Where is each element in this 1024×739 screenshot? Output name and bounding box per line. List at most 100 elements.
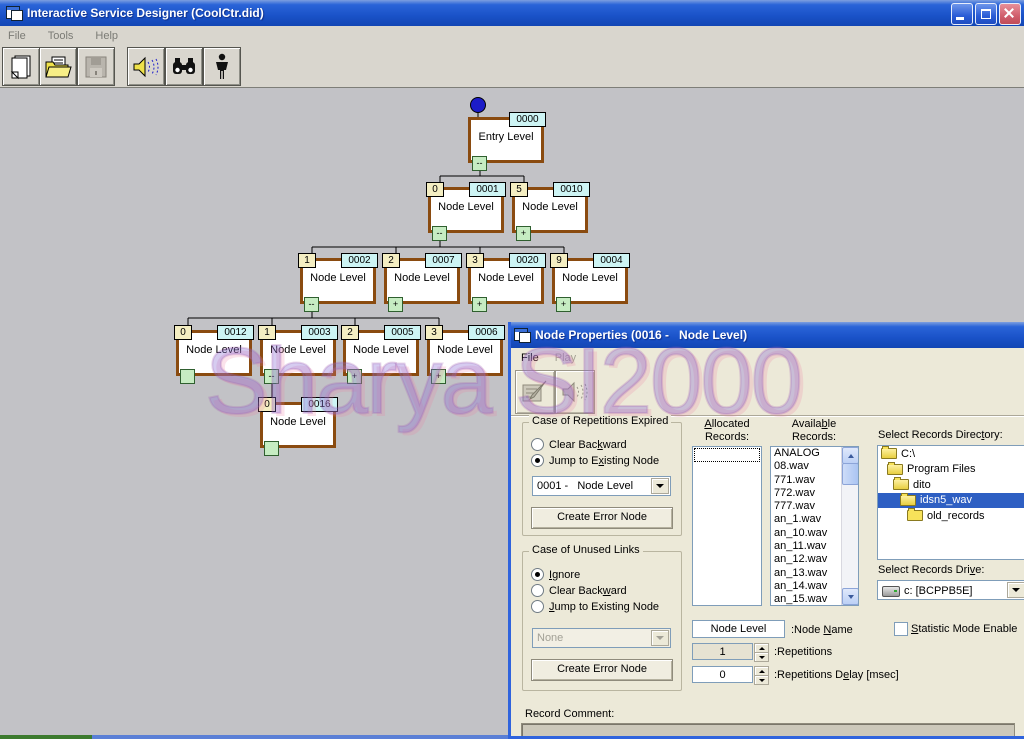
tree-node-0010[interactable]: 5 0010 Node Level +: [512, 187, 588, 233]
tree-node-0004[interactable]: 9 0004 Node Level +: [552, 258, 628, 304]
tree-node-0002[interactable]: 1 0002 Node Level --: [300, 258, 376, 304]
node-expander[interactable]: +: [556, 297, 571, 312]
scrollbar-thumb[interactable]: [842, 463, 859, 485]
main-menubar: File Tools Help: [0, 26, 1024, 45]
dialog-menu-file[interactable]: File: [521, 352, 539, 364]
directory-item[interactable]: C:\: [878, 446, 1024, 462]
new-document-button[interactable]: [2, 47, 40, 86]
node-expander[interactable]: +: [347, 369, 362, 384]
node-expander[interactable]: --: [264, 369, 279, 384]
user-button[interactable]: [203, 47, 241, 86]
repetitions-stepper[interactable]: [754, 643, 768, 660]
find-icon: [170, 54, 198, 80]
open-file-button[interactable]: [39, 47, 77, 86]
jump-target-combo[interactable]: 0001 - Node Level: [532, 476, 671, 496]
minimize-button[interactable]: [951, 3, 973, 25]
tree-node-0005[interactable]: 2 0005 Node Level +: [343, 330, 419, 376]
save-file-button[interactable]: [77, 47, 115, 86]
chevron-down-icon[interactable]: [651, 630, 669, 646]
open-file-icon: [44, 54, 72, 80]
jump-target-combo-disabled[interactable]: None: [532, 628, 671, 648]
dialog-titlebar: Node Properties (0016 - Node Level): [508, 322, 1024, 348]
dialog-play-sound-button[interactable]: [555, 370, 595, 414]
node-expander[interactable]: --: [432, 226, 447, 241]
node-expander[interactable]: --: [472, 156, 487, 171]
radio-circle: [531, 600, 544, 613]
spin-down-icon[interactable]: [754, 675, 769, 685]
tree-node-0006[interactable]: 3 0006 Node Level +: [427, 330, 503, 376]
radio-circle: [531, 584, 544, 597]
repetitions-field[interactable]: 1: [692, 643, 753, 660]
directory-item-selected[interactable]: idsn5_wav: [878, 493, 1024, 509]
tree-node-0016[interactable]: 0 0016 Node Level: [260, 402, 336, 448]
radio-ignore[interactable]: Ignore: [531, 568, 580, 581]
vertical-scrollbar[interactable]: [841, 447, 858, 605]
list-item[interactable]: an_11.wav: [771, 540, 842, 553]
repetitions-delay-stepper[interactable]: [754, 666, 768, 683]
allocated-records-list[interactable]: [692, 446, 762, 606]
directory-item[interactable]: old_records: [878, 508, 1024, 524]
close-button[interactable]: [999, 3, 1021, 25]
list-item[interactable]: 08.wav: [771, 460, 842, 473]
main-window-title: Interactive Service Designer (CoolCtr.di…: [27, 6, 264, 20]
statistic-mode-checkbox[interactable]: [894, 622, 908, 636]
repetitions-delay-label: :Repetitions Delay [msec]: [774, 669, 899, 681]
menu-tools[interactable]: Tools: [48, 30, 74, 42]
dialog-title: Node Properties (0016 - Node Level): [535, 328, 747, 342]
node-expander[interactable]: [180, 369, 195, 384]
play-sound-button[interactable]: [127, 47, 165, 86]
restore-button[interactable]: [975, 3, 997, 25]
records-drive-combo[interactable]: c: [BCPPB5E]: [877, 580, 1024, 600]
dialog-menubar: File Play: [511, 348, 1024, 368]
radio-jump-existing[interactable]: Jump to Existing Node: [531, 454, 659, 467]
list-item[interactable]: an_14.wav: [771, 580, 842, 593]
create-error-node-button-2[interactable]: Create Error Node: [531, 659, 673, 681]
repetitions-delay-field[interactable]: 0: [692, 666, 753, 683]
node-name-field[interactable]: [692, 620, 785, 638]
menu-file[interactable]: File: [8, 30, 26, 42]
chevron-down-icon[interactable]: [651, 478, 669, 494]
available-records-list[interactable]: ANALOG 08.wav 771.wav 772.wav 777.wav an…: [770, 446, 859, 606]
list-item[interactable]: 772.wav: [771, 487, 842, 500]
tree-node-0020[interactable]: 3 0020 Node Level +: [468, 258, 544, 304]
create-error-node-button[interactable]: Create Error Node: [531, 507, 673, 529]
list-item[interactable]: an_13.wav: [771, 567, 842, 580]
node-id-badge: 0000: [509, 112, 546, 127]
radio-clear-backward-2[interactable]: Clear Backward: [531, 584, 627, 597]
spin-down-icon[interactable]: [754, 652, 769, 662]
node-expander[interactable]: [264, 441, 279, 456]
directory-item[interactable]: dito: [878, 477, 1024, 493]
find-button[interactable]: [165, 47, 203, 86]
node-expander[interactable]: --: [304, 297, 319, 312]
list-item[interactable]: an_15.wav: [771, 593, 842, 606]
node-expander[interactable]: +: [516, 226, 531, 241]
radio-jump-existing-2[interactable]: Jump to Existing Node: [531, 600, 659, 613]
scrollbar-thumb-horizontal[interactable]: [0, 735, 92, 739]
group-title: Case of Unused Links: [529, 544, 643, 556]
list-item[interactable]: an_1.wav: [771, 513, 842, 526]
chevron-down-icon[interactable]: [1007, 582, 1024, 598]
record-edit-button[interactable]: [515, 370, 555, 414]
tree-node-0003[interactable]: 1 0003 Node Level --: [260, 330, 336, 376]
scroll-down-icon[interactable]: [842, 588, 859, 605]
node-expander[interactable]: +: [472, 297, 487, 312]
tree-node-0007[interactable]: 2 0007 Node Level +: [384, 258, 460, 304]
list-item[interactable]: an_12.wav: [771, 553, 842, 566]
list-item[interactable]: ANALOG: [771, 447, 842, 460]
list-item[interactable]: 771.wav: [771, 474, 842, 487]
tree-node-0012[interactable]: 0 0012 Node Level: [176, 330, 252, 376]
scroll-up-icon[interactable]: [842, 447, 859, 464]
list-item[interactable]: an_10.wav: [771, 527, 842, 540]
list-item[interactable]: 777.wav: [771, 500, 842, 513]
closed-folder-icon: [907, 510, 923, 521]
tree-node-0001[interactable]: 0 0001 Node Level --: [428, 187, 504, 233]
menu-help[interactable]: Help: [95, 30, 118, 42]
tree-node-0000[interactable]: 0000 Entry Level --: [468, 117, 544, 163]
node-id-badge: 0020: [509, 253, 546, 268]
records-directory-list[interactable]: C:\ Program Files dito idsn5_wav old_rec…: [877, 445, 1024, 560]
radio-clear-backward[interactable]: Clear Backward: [531, 438, 627, 451]
node-expander[interactable]: +: [388, 297, 403, 312]
node-expander[interactable]: +: [431, 369, 446, 384]
directory-item[interactable]: Program Files: [878, 462, 1024, 478]
dialog-menu-play[interactable]: Play: [555, 352, 576, 364]
